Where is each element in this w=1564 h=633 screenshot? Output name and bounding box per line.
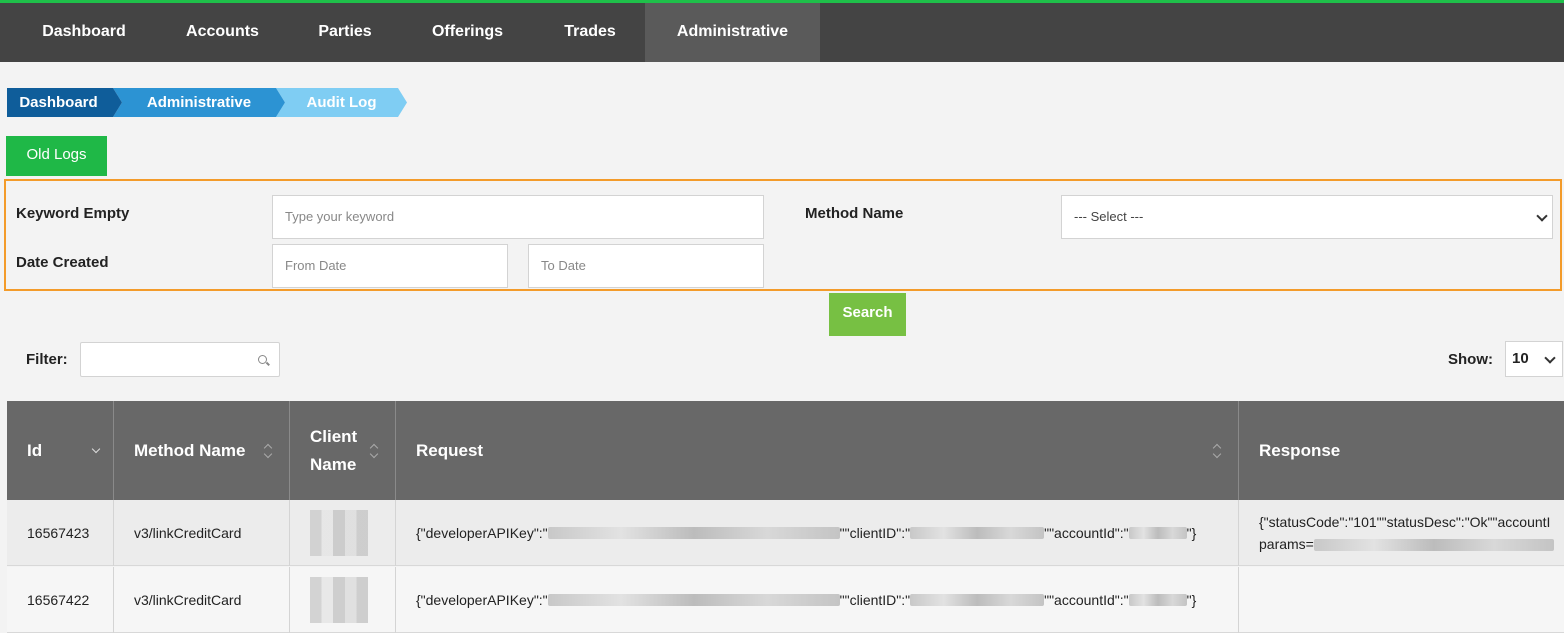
nav-trades[interactable]: Trades	[536, 3, 644, 62]
to-date-input[interactable]: To Date	[528, 244, 764, 288]
redacted-value	[547, 527, 840, 539]
request-text: ""clientID":"	[839, 525, 911, 541]
method-name-selected: --- Select ---	[1074, 209, 1144, 224]
sort-icon	[1214, 445, 1222, 457]
nav-accounts[interactable]: Accounts	[154, 3, 291, 62]
filter-input[interactable]	[80, 342, 280, 377]
request-text: ""clientID":"	[839, 592, 911, 608]
keyword-input[interactable]: Type your keyword	[272, 195, 764, 239]
chevron-down-icon	[1544, 352, 1556, 364]
redacted-value	[1313, 539, 1554, 552]
breadcrumb-administrative[interactable]: Administrative	[113, 88, 285, 117]
cell-request: {"developerAPIKey":" ""clientID":" ""acc…	[396, 567, 1239, 633]
show-label: Show:	[1448, 351, 1493, 368]
cell-method-name: v3/linkCreditCard	[114, 500, 290, 566]
sort-icon	[371, 445, 379, 457]
cell-client-name	[290, 567, 396, 633]
column-header-label: Request	[416, 440, 484, 460]
top-nav: Dashboard Accounts Parties Offerings Tra…	[0, 0, 1564, 62]
column-header-request[interactable]: Request	[396, 401, 1239, 500]
search-button[interactable]: Search	[829, 293, 906, 336]
nav-offerings[interactable]: Offerings	[399, 3, 536, 62]
column-header-label: Client Name	[310, 426, 358, 474]
response-text: params=	[1259, 536, 1314, 552]
column-header-client-name[interactable]: Client Name	[290, 401, 396, 500]
column-header-label: Response	[1259, 440, 1341, 460]
old-logs-button[interactable]: Old Logs	[6, 136, 107, 176]
request-text: {"developerAPIKey":"	[416, 525, 548, 541]
cell-client-name	[290, 500, 396, 566]
column-header-response[interactable]: Response	[1239, 401, 1564, 500]
request-text: "}	[1186, 592, 1197, 608]
nav-administrative[interactable]: Administrative	[645, 3, 820, 62]
cell-id: 16567423	[7, 500, 114, 566]
page-size-value: 10	[1512, 350, 1529, 367]
cell-id: 16567422	[7, 567, 114, 633]
method-name-label: Method Name	[805, 205, 904, 222]
redacted-client-name	[310, 577, 368, 623]
request-text: {"developerAPIKey":"	[416, 592, 548, 608]
response-text: {"statusCode":"101""statusDesc":"Ok""acc…	[1259, 514, 1551, 530]
table-header: Id Method Name Client Name Request Respo…	[7, 401, 1564, 500]
cell-request: {"developerAPIKey":" ""clientID":" ""acc…	[396, 500, 1239, 566]
cell-response	[1239, 567, 1564, 633]
redacted-value	[1128, 594, 1187, 606]
redacted-value	[910, 527, 1045, 539]
redacted-client-name	[310, 510, 368, 556]
column-header-method-name[interactable]: Method Name	[114, 401, 290, 500]
request-text: ""accountId":"	[1044, 592, 1129, 608]
request-text: ""accountId":"	[1044, 525, 1129, 541]
cell-method-name: v3/linkCreditCard	[114, 567, 290, 633]
column-header-label: Method Name	[134, 440, 246, 460]
chevron-down-icon	[1536, 210, 1548, 222]
column-header-label: Id	[27, 440, 43, 460]
request-text: "}	[1186, 525, 1197, 541]
page-size-select[interactable]: 10	[1505, 341, 1563, 377]
breadcrumb-dashboard[interactable]: Dashboard	[7, 88, 122, 117]
response-text-line2: params=	[1259, 533, 1554, 555]
table-row[interactable]: 16567423 v3/linkCreditCard {"developerAP…	[7, 500, 1564, 566]
cell-response: {"statusCode":"101""statusDesc":"Ok""acc…	[1239, 500, 1564, 566]
nav-parties[interactable]: Parties	[291, 3, 399, 62]
filter-label: Filter:	[26, 351, 68, 368]
date-created-label: Date Created	[16, 254, 109, 271]
redacted-value	[910, 594, 1045, 606]
sort-icon	[265, 445, 273, 457]
sort-desc-icon	[91, 444, 101, 454]
redacted-value	[547, 594, 840, 606]
nav-dashboard[interactable]: Dashboard	[14, 3, 154, 62]
table-row[interactable]: 16567422 v3/linkCreditCard {"developerAP…	[7, 567, 1564, 633]
search-icon	[258, 355, 267, 364]
from-date-input[interactable]: From Date	[272, 244, 508, 288]
column-header-id[interactable]: Id	[7, 401, 114, 500]
redacted-value	[1128, 527, 1187, 539]
method-name-select[interactable]: --- Select ---	[1061, 195, 1553, 239]
keyword-label: Keyword Empty	[16, 205, 130, 222]
breadcrumb-audit-log: Audit Log	[276, 88, 407, 117]
